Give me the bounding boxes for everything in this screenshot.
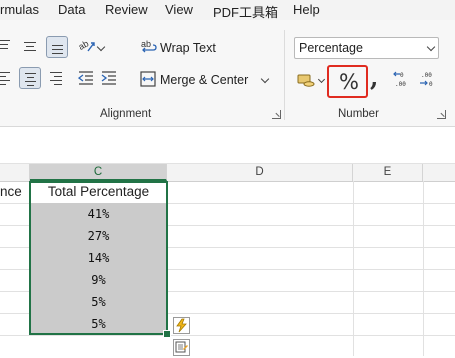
increase-indent-button[interactable]	[101, 70, 117, 86]
chevron-down-icon	[426, 42, 436, 52]
align-right-button[interactable]	[48, 70, 64, 86]
wrap-text-icon: ab	[141, 39, 157, 53]
wrap-text-label[interactable]: Wrap Text	[160, 41, 216, 55]
gridline	[353, 181, 354, 356]
partial-header-cell[interactable]: nce	[0, 181, 30, 203]
number-format-value: Percentage	[299, 41, 363, 55]
menu-help[interactable]: Help	[293, 2, 320, 17]
alignment-dialog-launcher-icon[interactable]	[272, 110, 281, 119]
svg-text:.00: .00	[421, 72, 432, 79]
column-header-row: C D E	[0, 164, 455, 182]
ribbon: ab ab Wrap Text Merge & Center Alignment…	[0, 20, 455, 127]
top-align-icon	[0, 38, 14, 54]
bottom-align-button[interactable]	[46, 36, 68, 58]
quick-analysis-button[interactable]	[173, 339, 190, 356]
merge-center-dropdown-chevron[interactable]	[260, 74, 270, 84]
menu-formulas[interactable]: rmulas	[0, 2, 39, 17]
gridline	[423, 181, 424, 356]
column-header-b[interactable]	[0, 164, 30, 181]
svg-text:ab: ab	[141, 39, 151, 49]
merge-center-label[interactable]: Merge & Center	[160, 73, 248, 87]
middle-align-button[interactable]	[22, 38, 40, 54]
orientation-dropdown-chevron[interactable]	[96, 42, 106, 52]
menu-review[interactable]: Review	[105, 2, 148, 17]
align-center-icon	[20, 68, 42, 90]
alignment-group-label: Alignment	[100, 108, 152, 120]
merge-center-icon	[140, 71, 156, 87]
gridline	[0, 335, 455, 336]
percent-icon: %	[339, 70, 359, 94]
orientation-icon: ab	[77, 38, 95, 52]
align-left-button[interactable]	[0, 70, 14, 86]
lightning-icon	[176, 318, 187, 333]
number-dialog-launcher-icon[interactable]	[437, 110, 446, 119]
orientation-button[interactable]: ab	[77, 37, 96, 55]
decrease-indent-button[interactable]	[77, 70, 94, 86]
accounting-format-button[interactable]	[297, 72, 317, 88]
menu-bar: rmulas Data Review View PDF工具箱 Help	[0, 0, 455, 20]
svg-text:0: 0	[429, 81, 433, 88]
decrease-decimal-icon: .00 0	[420, 72, 433, 88]
top-align-button[interactable]	[0, 38, 14, 54]
ribbon-separator	[284, 30, 285, 120]
align-right-icon	[48, 70, 64, 86]
column-header-f[interactable]	[423, 164, 455, 181]
decrease-indent-icon	[77, 71, 93, 85]
increase-decimal-button[interactable]: 0 .00	[393, 70, 411, 88]
increase-indent-icon	[101, 71, 116, 85]
quick-analysis-icon	[175, 341, 188, 353]
number-format-dropdown[interactable]: Percentage	[294, 37, 439, 59]
middle-align-icon	[22, 38, 40, 54]
column-header-d[interactable]: D	[167, 164, 353, 181]
menu-pdf-tools[interactable]: PDF工具箱	[213, 2, 278, 21]
comma-style-button[interactable]: ,	[370, 63, 378, 92]
percent-style-button[interactable]: %	[327, 65, 368, 98]
menu-view[interactable]: View	[165, 2, 193, 17]
selection-border	[29, 181, 168, 335]
increase-decimal-icon: 0 .00	[393, 71, 406, 88]
svg-text:.00: .00	[395, 81, 406, 88]
accounting-dropdown-chevron[interactable]	[317, 75, 326, 84]
bottom-align-icon	[47, 37, 69, 59]
fill-handle[interactable]	[163, 330, 171, 338]
decrease-decimal-button[interactable]: .00 0	[419, 70, 437, 88]
column-header-e[interactable]: E	[353, 164, 423, 181]
menu-data[interactable]: Data	[58, 2, 85, 17]
wrap-text-button[interactable]: ab	[141, 38, 158, 55]
svg-text:0: 0	[400, 72, 404, 79]
align-left-icon	[0, 70, 14, 86]
merge-center-button[interactable]	[140, 71, 156, 87]
sheet-top-area	[0, 127, 455, 164]
align-center-button[interactable]	[19, 67, 41, 89]
number-group-label: Number	[338, 108, 379, 120]
column-header-c[interactable]: C	[30, 164, 167, 181]
accounting-format-icon	[297, 74, 315, 87]
flash-fill-button[interactable]	[173, 317, 190, 334]
